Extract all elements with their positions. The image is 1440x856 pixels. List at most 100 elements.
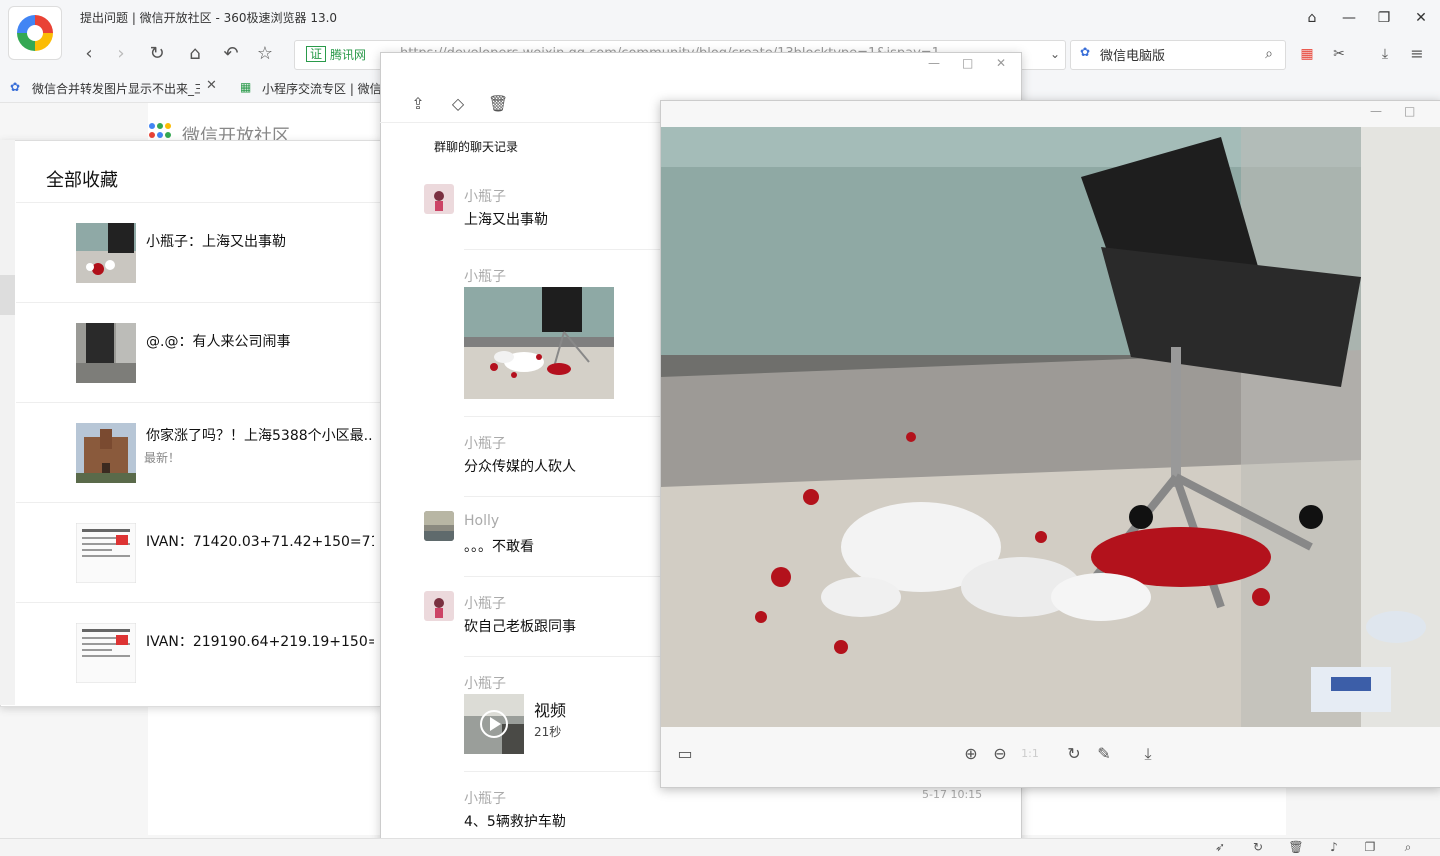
message-text[interactable]: 上海又出事勒 (464, 209, 548, 229)
sender-name: 小瓶子 (464, 436, 506, 452)
divider (464, 656, 660, 657)
minimize-icon[interactable]: — (1370, 104, 1382, 118)
search-icon[interactable]: ⌕ (1400, 840, 1416, 854)
message-text[interactable]: 4、5辆救护车勒 (464, 811, 566, 831)
chat-message: 小瓶子 (424, 264, 664, 404)
favorite-item[interactable]: 小瓶子：上海又出事勒 (16, 202, 380, 303)
favorite-thumbnail (76, 423, 136, 483)
favorite-item[interactable]: @.@：有人来公司闹事 (16, 302, 380, 403)
minimize-icon[interactable]: — (1335, 6, 1363, 30)
message-image[interactable] (464, 287, 614, 399)
edit-icon[interactable]: ✎ (1093, 744, 1115, 764)
back-icon[interactable]: ‹ (76, 42, 102, 66)
sender-name: 小瓶子 (464, 269, 506, 285)
video-label: 视频 (534, 701, 567, 720)
favorite-text: 小瓶子：上海又出事勒 (146, 234, 286, 250)
favorite-text: IVAN：219190.64+219.19+150=21 (146, 634, 374, 650)
message-text[interactable]: 分众传媒的人砍人 (464, 456, 576, 476)
sender-name: 小瓶子 (464, 791, 506, 807)
favorite-thumbnail (76, 523, 136, 583)
favorite-text: IVAN：71420.03+71.42+150=7164 (146, 534, 374, 550)
sound-icon[interactable]: ♪ (1326, 840, 1342, 854)
trash-icon[interactable]: 🗑 (488, 94, 508, 114)
tag-icon[interactable]: ◇ (448, 94, 468, 114)
favorite-thumbnail (76, 623, 136, 683)
trash-icon[interactable]: 🗑 (1288, 840, 1304, 854)
sender-name: Holly (464, 513, 500, 529)
home-icon[interactable]: ⌂ (182, 42, 208, 66)
chevron-down-icon[interactable]: ⌄ (1042, 42, 1068, 66)
download-icon[interactable]: ⤓ (1372, 42, 1398, 66)
chat-message: Holly 。。。不敢看 (424, 511, 664, 571)
window-title: 提出问题 | 微信开放社区 - 360极速浏览器 13.0 (80, 11, 338, 25)
sender-name: 小瓶子 (464, 596, 506, 612)
bookmark-item[interactable]: 小程序交流专区 | 微信 (262, 80, 380, 97)
close-tab-icon[interactable]: ✕ (206, 78, 217, 93)
favorites-sidebar (0, 140, 15, 705)
favorites-title: 全部收藏 (46, 170, 118, 191)
bookmark-item[interactable]: 微信合并转发图片显示不出来_三 (32, 80, 200, 97)
rocket-icon[interactable]: ➶ (1212, 840, 1228, 854)
zoom-in-icon[interactable]: ⊕ (960, 744, 982, 764)
chat-message: 小瓶子 视频 21秒 (424, 671, 664, 761)
close-icon[interactable]: ✕ (1407, 6, 1435, 30)
message-text[interactable]: 。。。不敢看 (464, 536, 534, 556)
message-text[interactable]: 砍自己老板跟同事 (464, 616, 576, 636)
search-input[interactable]: 微信电脑版 (1100, 45, 1165, 64)
viewer-toolbar (661, 727, 1440, 785)
rotate-icon[interactable]: ↻ (1063, 744, 1085, 764)
favorite-star-icon[interactable]: ☆ (252, 42, 278, 66)
divider (464, 496, 660, 497)
sender-name: 小瓶子 (464, 189, 506, 205)
thumbnails-icon[interactable]: ▭ (674, 744, 696, 764)
divider (464, 416, 660, 417)
video-thumbnail[interactable] (464, 694, 524, 754)
refresh-icon[interactable]: ↻ (1250, 840, 1266, 854)
divider (464, 249, 660, 250)
zoom-out-icon[interactable]: ⊖ (989, 744, 1011, 764)
chat-message: 小瓶子 上海又出事勒 (424, 184, 664, 244)
favorite-text: 你家涨了吗？！上海5388个小区最... (146, 428, 374, 444)
favorite-item[interactable]: IVAN：219190.64+219.19+150=21 (16, 602, 380, 703)
minimize-icon[interactable]: — (928, 56, 940, 70)
chat-message: 小瓶子 分众传媒的人砍人 (424, 431, 664, 491)
favorite-item[interactable]: 你家涨了吗？！上海5388个小区最... 最新！ (16, 402, 380, 503)
maximize-icon[interactable]: □ (962, 56, 973, 70)
chat-message: 小瓶子 砍自己老板跟同事 (424, 591, 664, 651)
favorite-subtext: 最新！ (144, 451, 181, 465)
close-icon[interactable]: ✕ (996, 56, 1006, 70)
forward-icon[interactable]: › (108, 42, 134, 66)
scrollbar-thumb[interactable] (0, 275, 15, 315)
share-icon[interactable]: ⇪ (408, 94, 428, 114)
actual-size-icon[interactable]: 1:1 (1019, 744, 1041, 764)
favorite-thumbnail (76, 223, 136, 283)
favorite-text: @.@：有人来公司闹事 (146, 334, 291, 350)
browser-logo-icon[interactable] (8, 6, 62, 60)
avatar[interactable] (424, 511, 454, 541)
scissors-icon[interactable]: ✂ (1326, 42, 1352, 66)
download-icon[interactable]: ⤓ (1137, 744, 1159, 764)
security-label: 腾讯网 (330, 48, 367, 62)
paw-icon: ✿ (1080, 45, 1091, 59)
skin-icon[interactable]: ⌂ (1298, 6, 1326, 30)
refresh-icon[interactable]: ↻ (144, 42, 170, 66)
menu-icon[interactable]: ≡ (1404, 42, 1430, 66)
bookmark-icon: ✿ (10, 80, 21, 94)
search-icon[interactable]: ⌕ (1256, 42, 1282, 66)
favorite-item[interactable]: IVAN：71420.03+71.42+150=7164 (16, 502, 380, 603)
divider (464, 771, 660, 772)
restore-icon[interactable]: ❐ (1370, 6, 1398, 30)
maximize-icon[interactable]: □ (1404, 104, 1415, 118)
avatar[interactable] (424, 591, 454, 621)
avatar[interactable] (424, 184, 454, 214)
divider (464, 576, 660, 577)
apps-icon[interactable]: ▦ (1294, 42, 1320, 66)
favorite-thumbnail (76, 323, 136, 383)
video-duration: 21秒 (534, 725, 562, 739)
chat-message: 小瓶子 4、5辆救护车勒 (424, 786, 664, 836)
window-icon[interactable]: ❐ (1362, 840, 1378, 854)
viewer-image[interactable] (661, 127, 1440, 727)
undo-icon[interactable]: ↶ (218, 42, 244, 66)
chat-title: 群聊的聊天记录 (434, 140, 519, 154)
sender-name: 小瓶子 (464, 676, 506, 692)
